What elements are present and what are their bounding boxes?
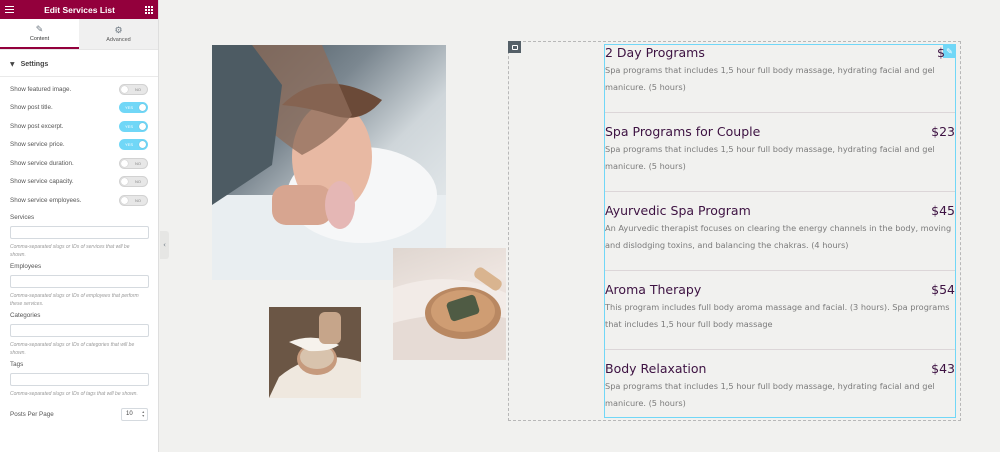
- control-show-featured-image: Show featured image. NO: [0, 80, 158, 99]
- field-description: Comma-separated slugs or IDs of categori…: [10, 341, 135, 356]
- service-price: $45: [931, 203, 955, 218]
- soap-and-towels-image: [393, 248, 506, 360]
- facial-mask-treatment-image: [269, 307, 361, 398]
- employees-input[interactable]: [10, 274, 149, 288]
- switch-text: YES: [125, 105, 134, 111]
- service-item[interactable]: Ayurvedic Spa Program $45 An Ayurvedic t…: [605, 203, 955, 254]
- widgets-grid-icon[interactable]: [145, 5, 153, 14]
- switch-text: YES: [125, 123, 134, 129]
- control-label: Show post title.: [10, 104, 53, 112]
- switch-show-post-excerpt[interactable]: YES: [119, 120, 148, 132]
- field-tags: Tags Comma-separated slugs or IDs of tag…: [0, 361, 158, 398]
- services-input[interactable]: [10, 225, 149, 239]
- service-description: Spa programs that includes 1,5 hour full…: [605, 381, 935, 408]
- field-label: Categories: [10, 311, 41, 319]
- switch-show-service-price[interactable]: YES: [119, 139, 148, 151]
- panel-title: Edit Services List: [44, 4, 115, 15]
- switch-show-post-title[interactable]: YES: [119, 102, 148, 114]
- spa-facial-massage-image: [212, 45, 446, 280]
- field-label: Posts Per Page: [10, 410, 54, 418]
- service-divider: [605, 191, 955, 192]
- switch-text: NO: [135, 86, 141, 92]
- panel-tabs: ✎ Content ⚙ Advanced: [0, 19, 158, 50]
- switch-text: YES: [125, 142, 134, 148]
- service-description: Spa programs that includes 1,5 hour full…: [605, 65, 935, 92]
- field-label: Employees: [10, 262, 42, 270]
- field-services: Services Comma-separated slugs or IDs of…: [0, 214, 158, 259]
- field-description: Comma-separated slugs or IDs of employee…: [10, 292, 139, 307]
- service-title[interactable]: Aroma Therapy: [605, 282, 701, 297]
- service-description: Spa programs that includes 1,5 hour full…: [605, 144, 935, 171]
- field-description: Comma-separated slugs or IDs of services…: [10, 243, 130, 258]
- control-show-service-employees: Show service employees. NO: [0, 191, 158, 210]
- chevron-left-icon: ‹: [163, 241, 166, 249]
- panel-header: Edit Services List: [0, 0, 158, 19]
- switch-text: NO: [135, 197, 141, 203]
- control-show-service-price: Show service price. YES: [0, 136, 158, 155]
- spinner-icon[interactable]: ▲ ▼: [142, 410, 145, 418]
- service-title[interactable]: Body Relaxation: [605, 361, 706, 376]
- field-label: Tags: [10, 360, 24, 368]
- service-divider: [605, 270, 955, 271]
- switch-show-service-capacity[interactable]: NO: [119, 176, 148, 188]
- menu-icon[interactable]: [5, 6, 14, 13]
- control-show-post-excerpt: Show post excerpt. YES: [0, 117, 158, 136]
- service-title[interactable]: Ayurvedic Spa Program: [605, 203, 751, 218]
- switch-text: NO: [135, 179, 141, 185]
- tab-content[interactable]: ✎ Content: [0, 19, 79, 49]
- editor-panel: Edit Services List ✎ Content ⚙ Advanced …: [0, 0, 159, 452]
- posts-per-page-value: 10: [126, 411, 133, 417]
- control-show-post-title: Show post title. YES: [0, 99, 158, 118]
- categories-input[interactable]: [10, 323, 149, 337]
- control-show-service-duration: Show service duration. NO: [0, 154, 158, 173]
- field-description: Comma-separated slugs or IDs of tags tha…: [10, 390, 138, 397]
- control-label: Show post excerpt.: [10, 122, 64, 130]
- field-employees: Employees Comma-separated slugs or IDs o…: [0, 263, 158, 308]
- field-posts-per-page: Posts Per Page 10 ▲ ▼: [0, 407, 158, 421]
- service-item[interactable]: Aroma Therapy $54 This program includes …: [605, 282, 955, 333]
- control-label: Show service employees.: [10, 196, 82, 204]
- tab-content-label: Content: [29, 35, 50, 42]
- section-settings-toggle[interactable]: ▼ Settings: [0, 52, 158, 77]
- service-item[interactable]: Spa Programs for Couple $23 Spa programs…: [605, 124, 955, 175]
- service-price: $43: [931, 361, 955, 376]
- column-handle-icon[interactable]: [508, 41, 521, 53]
- service-divider: [605, 112, 955, 113]
- switch-show-featured-image[interactable]: NO: [119, 83, 148, 95]
- service-title[interactable]: 2 Day Programs: [605, 45, 705, 60]
- service-divider: [605, 349, 955, 350]
- tab-advanced-label: Advanced: [106, 36, 131, 43]
- service-price: $: [937, 45, 945, 60]
- service-price: $54: [931, 282, 955, 297]
- service-description: An Ayurvedic therapist focuses on cleari…: [605, 223, 952, 250]
- service-item[interactable]: Body Relaxation $43 Spa programs that in…: [605, 361, 955, 412]
- control-label: Show service duration.: [10, 159, 74, 167]
- switch-show-service-duration[interactable]: NO: [119, 157, 148, 169]
- control-label: Show service price.: [10, 141, 65, 149]
- service-title[interactable]: Spa Programs for Couple: [605, 124, 760, 139]
- posts-per-page-input[interactable]: 10 ▲ ▼: [121, 407, 148, 421]
- control-label: Show service capacity.: [10, 178, 74, 186]
- switch-text: NO: [135, 160, 141, 166]
- control-label: Show featured image.: [10, 85, 72, 93]
- gear-icon: ⚙: [114, 24, 123, 35]
- field-label: Services: [10, 213, 35, 221]
- service-description: This program includes full body aroma ma…: [605, 302, 950, 329]
- collapse-panel-button[interactable]: ‹: [160, 231, 169, 259]
- pencil-icon: ✎: [35, 23, 44, 34]
- caret-down-icon: ▼: [10, 60, 15, 68]
- switch-show-service-employees[interactable]: NO: [119, 194, 148, 206]
- tags-input[interactable]: [10, 372, 149, 386]
- section-title: Settings: [20, 60, 49, 68]
- service-item[interactable]: 2 Day Programs $ Spa programs that inclu…: [605, 45, 955, 96]
- field-categories: Categories Comma-separated slugs or IDs …: [0, 312, 158, 357]
- tab-advanced[interactable]: ⚙ Advanced: [79, 19, 158, 49]
- control-show-service-capacity: Show service capacity. NO: [0, 173, 158, 192]
- service-price: $23: [931, 124, 955, 139]
